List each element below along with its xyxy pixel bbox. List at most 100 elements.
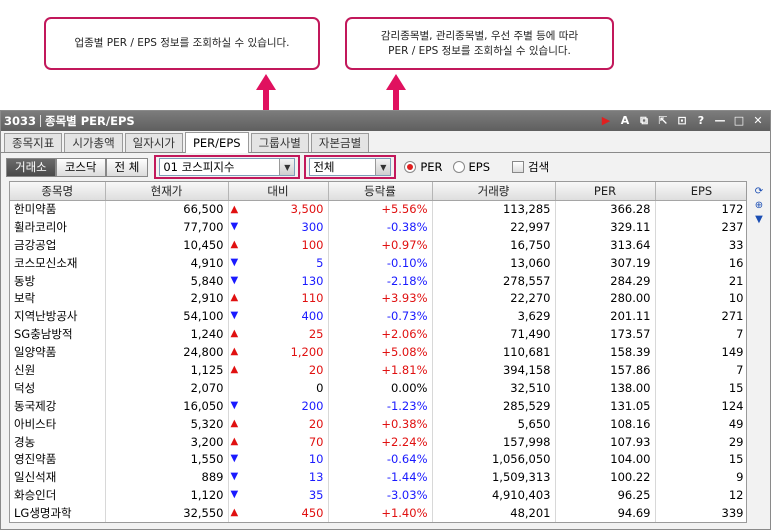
col-header-per[interactable]: PER xyxy=(555,182,656,201)
down-triangle-icon: ▼ xyxy=(230,310,239,322)
cell-stock-name[interactable]: 지역난방공사 xyxy=(10,307,106,326)
search-checkbox-label[interactable]: 검색 xyxy=(528,159,549,175)
tab-market-cap[interactable]: 시가총액 xyxy=(64,133,123,152)
col-header-rate[interactable]: 등락률 xyxy=(328,182,433,201)
link-icon[interactable]: ⇱ xyxy=(657,114,669,128)
table-row[interactable]: 일양약품 24,800 ▲ 1,200 +5.08% 110,681 158.39 149 xyxy=(10,343,746,362)
scroll-down-icon[interactable]: ▼ xyxy=(753,213,765,225)
tab-daily-price[interactable]: 일자시가 xyxy=(124,133,183,152)
cell-stock-name[interactable]: 금강공업 xyxy=(10,235,106,254)
tab-group[interactable]: 그룹사별 xyxy=(250,133,309,152)
cell-stock-name[interactable]: 영진약품 xyxy=(10,450,106,469)
table-row[interactable]: 아비스타 5,320 ▲ 20 +0.38% 5,650 108.16 49 xyxy=(10,414,746,433)
cell-per: 366.28 xyxy=(555,200,656,218)
table-row[interactable]: 코스모신소재 4,910 ▼ 5 -0.10% 13,060 307.19 16 xyxy=(10,253,746,272)
table-row[interactable]: 깨끗한나라3,910▲25+0.64%2,19079.2949 xyxy=(10,522,747,523)
cell-stock-name[interactable]: 덕성 xyxy=(10,378,106,397)
cell-diff: ▼ 10 xyxy=(228,450,329,469)
help-icon[interactable]: ? xyxy=(695,114,707,128)
tab-indicators[interactable]: 종목지표 xyxy=(4,133,63,152)
cell-per: 138.00 xyxy=(555,378,656,397)
table-row[interactable]: 휠라코리아 77,700 ▼ 300 -0.38% 22,997 329.11 237 xyxy=(10,217,746,236)
table-row[interactable]: 동방 5,840 ▼ 130 -2.18% 278,557 284.29 21 xyxy=(10,271,746,290)
copy-icon[interactable]: ⧉ xyxy=(638,114,650,128)
cell-stock-name[interactable]: LG생명과학 xyxy=(10,504,106,522)
search-checkbox[interactable] xyxy=(512,161,525,173)
cell-diff: ▼ 300 xyxy=(228,217,329,236)
print-icon[interactable]: ⊡ xyxy=(676,114,688,128)
cell-stock-name[interactable]: 일양약품 xyxy=(10,343,106,362)
cell-stock-name[interactable]: 일신석재 xyxy=(10,468,106,487)
cell-rate: +3.93% xyxy=(328,289,433,308)
market-kospi-button[interactable]: 거래소 xyxy=(6,157,56,177)
col-header-volume[interactable]: 거래량 xyxy=(432,182,556,201)
cell-stock-name[interactable]: 깨끗한나라 xyxy=(10,522,105,523)
cell-stock-name[interactable]: 휠라코리아 xyxy=(10,217,106,236)
eps-radio[interactable] xyxy=(452,161,465,173)
cell-stock-name[interactable]: 동방 xyxy=(10,271,106,290)
category-select[interactable]: 전체 ▼ xyxy=(309,158,392,176)
category-select-value: 전체 xyxy=(313,160,335,174)
cell-diff: ▼ 400 xyxy=(228,307,329,326)
table-row[interactable]: 한미약품 66,500 ▲ 3,500 +5.56% 113,285 366.28 172 xyxy=(10,200,746,218)
cell-stock-name[interactable]: 신원 xyxy=(10,361,106,379)
cell-stock-name[interactable]: 경농 xyxy=(10,432,106,451)
eps-radio-label[interactable]: EPS xyxy=(469,160,491,174)
cell-stock-name[interactable]: 아비스타 xyxy=(10,414,106,433)
table-row[interactable]: 영진약품 1,550 ▼ 10 -0.64% 1,056,050 104.00 15 xyxy=(10,450,746,469)
table-row[interactable]: 일신석재 889 ▼ 13 -1.44% 1,509,313 100.22 9 xyxy=(10,468,746,487)
up-triangle-icon: ▲ xyxy=(230,346,239,358)
table-row[interactable]: 동국제강 16,050 ▼ 200 -1.23% 285,529 131.05 124 xyxy=(10,396,746,415)
col-header-name[interactable]: 종목명 xyxy=(10,182,106,201)
cell-per: 173.57 xyxy=(555,325,656,344)
cell-per: 157.86 xyxy=(555,361,656,379)
cell-diff-value: 5 xyxy=(316,255,324,270)
chevron-down-icon[interactable]: ▼ xyxy=(375,159,391,175)
minimize-icon[interactable]: — xyxy=(714,114,726,128)
chevron-down-icon[interactable]: ▼ xyxy=(279,159,295,175)
col-header-eps[interactable]: EPS xyxy=(655,182,746,201)
close-icon[interactable]: ✕ xyxy=(752,114,764,128)
play-icon[interactable]: ▶ xyxy=(600,114,612,128)
cell-diff-value: 25 xyxy=(308,327,324,342)
table-row[interactable]: 경농 3,200 ▲ 70 +2.24% 157,998 107.93 29 xyxy=(10,432,746,451)
maximize-icon[interactable]: □ xyxy=(733,114,745,128)
col-header-diff[interactable]: 대비 xyxy=(228,182,329,201)
title-bar[interactable]: 3033 종목별 PER/EPS ▶ A ⧉ ⇱ ⊡ ? — □ ✕ xyxy=(1,111,770,131)
tab-per-eps[interactable]: PER/EPS xyxy=(184,132,249,153)
screen-number: 3033 xyxy=(4,114,37,128)
font-icon[interactable]: A xyxy=(619,114,631,128)
cell-eps: 49 xyxy=(655,414,746,433)
market-kosdaq-button[interactable]: 코스닥 xyxy=(55,157,106,177)
cell-stock-name[interactable]: 한미약품 xyxy=(10,200,106,218)
zoom-icon[interactable]: ⊕ xyxy=(753,199,765,211)
cell-rate: +2.06% xyxy=(328,325,433,344)
cell-stock-name[interactable]: SG충남방적 xyxy=(10,325,106,344)
table-row[interactable]: 지역난방공사 54,100 ▼ 400 -0.73% 3,629 201.11 271 xyxy=(10,307,746,326)
refresh-icon[interactable]: ⟳ xyxy=(753,185,765,197)
cell-volume: 278,557 xyxy=(432,271,556,290)
table-row[interactable]: LG생명과학 32,550 ▲ 450 +1.40% 48,201 94.69 339 xyxy=(10,504,746,522)
cell-eps: 15 xyxy=(655,450,746,469)
industry-select[interactable]: 01 코스피지수 ▼ xyxy=(159,158,296,176)
cell-diff-value: 450 xyxy=(301,506,324,521)
table-row[interactable]: 덕성 2,070 0 0.00% 32,510 138.00 15 xyxy=(10,378,746,397)
table-row[interactable]: 금강공업 10,450 ▲ 100 +0.97% 16,750 313.64 33 xyxy=(10,235,746,254)
market-all-button[interactable]: 전 체 xyxy=(105,157,149,177)
stock-grid[interactable]: 종목명 현재가 대비 등락률 거래량 PER EPS 한미약품 66,500 ▲ 3,… xyxy=(9,181,747,523)
cell-diff: ▲ 3,500 xyxy=(228,200,329,218)
per-radio[interactable] xyxy=(404,161,417,173)
cell-price: 889 xyxy=(105,468,229,487)
tab-capital[interactable]: 자본금별 xyxy=(310,133,370,152)
table-row[interactable]: 보락 2,910 ▲ 110 +3.93% 22,270 280.00 10 xyxy=(10,289,746,308)
cell-stock-name[interactable]: 보락 xyxy=(10,289,106,308)
per-radio-label[interactable]: PER xyxy=(420,160,442,174)
cell-stock-name[interactable]: 화승인더 xyxy=(10,486,106,505)
cell-eps: 124 xyxy=(655,396,746,415)
table-row[interactable]: SG충남방적 1,240 ▲ 25 +2.06% 71,490 173.57 7 xyxy=(10,325,746,344)
table-row[interactable]: 신원 1,125 ▲ 20 +1.81% 394,158 157.86 7 xyxy=(10,361,746,379)
table-row[interactable]: 화승인더 1,120 ▼ 35 -3.03% 4,910,403 96.25 12 xyxy=(10,486,746,505)
cell-stock-name[interactable]: 동국제강 xyxy=(10,396,106,415)
cell-stock-name[interactable]: 코스모신소재 xyxy=(10,253,106,272)
col-header-price[interactable]: 현재가 xyxy=(105,182,229,201)
